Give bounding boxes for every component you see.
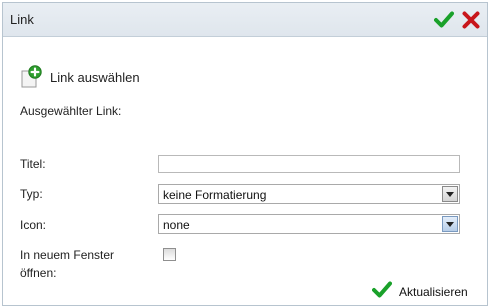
selected-link-label: Ausgewählter Link: bbox=[20, 104, 122, 118]
new-window-label-line1: In neuem Fenster bbox=[20, 248, 115, 262]
title-input[interactable] bbox=[158, 155, 460, 173]
checkmark-icon bbox=[372, 281, 392, 302]
type-select-value: keine Formatierung bbox=[163, 188, 267, 202]
icon-label: Icon: bbox=[20, 218, 47, 232]
icon-select-value: none bbox=[163, 218, 190, 232]
dialog-titlebar: Link bbox=[3, 3, 487, 37]
document-add-icon bbox=[20, 65, 42, 89]
update-button[interactable]: Aktualisieren bbox=[372, 281, 468, 302]
dialog-title: Link bbox=[10, 12, 34, 27]
icon-select[interactable]: none bbox=[158, 214, 460, 234]
select-link-button[interactable]: Link auswählen bbox=[20, 65, 140, 89]
chevron-down-icon[interactable] bbox=[442, 186, 458, 202]
title-label: Titel: bbox=[20, 157, 46, 171]
new-window-label-line2: öffnen: bbox=[20, 266, 57, 280]
select-link-label: Link auswählen bbox=[50, 69, 140, 85]
confirm-checkmark-icon[interactable] bbox=[434, 10, 454, 30]
chevron-down-icon[interactable] bbox=[442, 216, 458, 232]
new-window-checkbox[interactable] bbox=[163, 248, 176, 261]
type-select[interactable]: keine Formatierung bbox=[158, 184, 460, 204]
type-label: Typ: bbox=[20, 187, 43, 201]
close-x-icon[interactable] bbox=[461, 10, 481, 30]
link-dialog: Link Link auswählen Ausgewählter Link: T… bbox=[2, 2, 488, 306]
update-button-label: Aktualisieren bbox=[399, 284, 468, 299]
